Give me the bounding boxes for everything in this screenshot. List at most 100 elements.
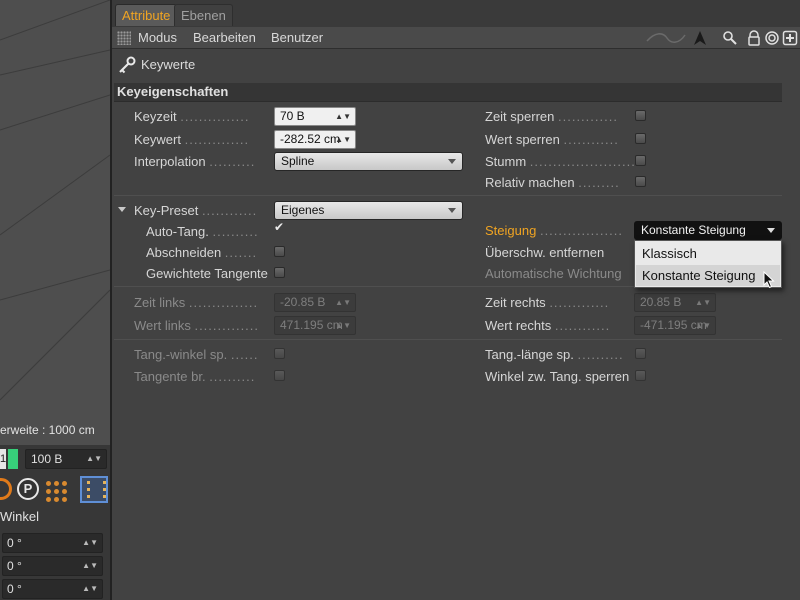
interpolation-label: Interpolation .......... — [134, 154, 256, 169]
spinner-icon[interactable]: ▲▼ — [695, 294, 711, 311]
timeline-toolbar: P — [0, 476, 110, 503]
end-frame-field[interactable]: 100 B ▲▼ — [25, 449, 107, 469]
end-frame-value: 100 B — [31, 452, 63, 466]
stumm-label: Stumm ....................... — [485, 154, 636, 169]
tangente-br-checkbox[interactable] — [274, 370, 285, 381]
wert-rechts-field[interactable]: -471.195 cm ▲▼ — [634, 316, 716, 335]
new-manager-icon[interactable] — [782, 30, 798, 46]
grip-icon[interactable] — [117, 31, 131, 45]
viewport[interactable]: erweite : 1000 cm — [0, 0, 110, 445]
spinner-icon[interactable]: ▲▼ — [335, 294, 351, 311]
zeit-sperren-label: Zeit sperren ............. — [485, 109, 618, 124]
keywert-label: Keywert .............. — [134, 132, 250, 147]
winkel-field-b[interactable]: 0 ° ▲▼ — [2, 579, 103, 599]
key-preset-label: Key-Preset ............ — [134, 203, 258, 218]
spinner-icon[interactable]: ▲▼ — [695, 317, 711, 334]
winkel-zw-label: Winkel zw. Tang. sperren — [485, 369, 630, 384]
film-icon[interactable] — [80, 476, 108, 503]
spinner-icon[interactable]: ▲▼ — [82, 534, 98, 552]
curve-icon[interactable] — [645, 30, 687, 46]
gewichtete-tangente-checkbox[interactable] — [274, 267, 285, 278]
stumm-checkbox[interactable] — [635, 155, 646, 166]
keywert-field[interactable]: -282.52 cm ▲▼ — [274, 130, 356, 149]
zeit-links-field[interactable]: -20.85 B ▲▼ — [274, 293, 356, 312]
spinner-icon[interactable]: ▲▼ — [86, 450, 102, 468]
tang-winkel-checkbox[interactable] — [274, 348, 285, 359]
relativ-checkbox[interactable] — [635, 176, 646, 187]
winkel-value: 0 ° — [7, 582, 22, 596]
divider — [114, 339, 782, 340]
auto-tang-label: Auto-Tang. .......... — [146, 224, 259, 239]
ueberschw-label: Überschw. entfernen — [485, 245, 605, 260]
steigung-dropdown-menu: Klassisch Konstante Steigung — [634, 240, 782, 288]
menu-option-klassisch[interactable]: Klassisch — [636, 243, 780, 264]
relativ-label: Relativ machen ......... — [485, 175, 620, 190]
wert-sperren-checkbox[interactable] — [635, 133, 646, 144]
menu-option-konstante-steigung[interactable]: Konstante Steigung — [636, 265, 780, 286]
keyzeit-label: Keyzeit ............... — [134, 109, 250, 124]
frame-indicator: 1 — [0, 449, 6, 469]
collapse-triangle-icon[interactable] — [118, 207, 126, 212]
chevron-down-icon — [767, 228, 775, 233]
tang-laenge-label: Tang.-länge sp. .......... — [485, 347, 624, 362]
zeit-links-label: Zeit links ............... — [134, 295, 259, 310]
tab-bar: Attribute Ebenen — [112, 0, 800, 27]
zeit-rechts-label: Zeit rechts ............. — [485, 295, 610, 310]
section-header[interactable]: Keyeigenschaften — [114, 83, 782, 102]
wert-rechts-label: Wert rechts ............ — [485, 318, 611, 333]
wert-links-label: Wert links .............. — [134, 318, 260, 333]
divider — [114, 195, 782, 196]
spinner-icon[interactable]: ▲▼ — [335, 108, 351, 125]
chevron-down-icon — [448, 208, 456, 213]
current-frame-marker[interactable] — [8, 449, 18, 469]
winkel-field-h[interactable]: 0 ° ▲▼ — [2, 533, 103, 553]
zeit-sperren-checkbox[interactable] — [635, 110, 646, 121]
point-level-icon[interactable] — [44, 479, 67, 502]
steigung-dropdown[interactable]: Konstante Steigung — [634, 221, 782, 240]
mouse-cursor-icon — [763, 271, 775, 289]
auto-wichtung-label: Automatische Wichtung — [485, 266, 622, 281]
tangente-br-label: Tangente br. .......... — [134, 369, 256, 384]
wert-links-field[interactable]: 471.195 cm ▲▼ — [274, 316, 356, 335]
object-title: Keywerte — [141, 57, 196, 72]
key-icon — [118, 56, 136, 74]
tang-winkel-label: Tang.-winkel sp. ...... — [134, 347, 259, 362]
object-title-row: Keywerte — [112, 50, 800, 80]
winkel-label: Winkel — [0, 509, 40, 524]
abschneiden-checkbox[interactable] — [274, 246, 285, 257]
spinner-icon[interactable]: ▲▼ — [82, 580, 98, 598]
menu-modus[interactable]: Modus — [138, 30, 177, 45]
keyzeit-field[interactable]: 70 B ▲▼ — [274, 107, 356, 126]
auto-tang-checkbox[interactable] — [274, 220, 285, 235]
tang-laenge-checkbox[interactable] — [635, 348, 646, 359]
viewport-grid — [0, 0, 110, 401]
tab-attribute[interactable]: Attribute — [115, 4, 178, 26]
spinner-icon[interactable]: ▲▼ — [335, 317, 351, 334]
spinner-icon[interactable]: ▲▼ — [335, 131, 351, 148]
grid-size-label: erweite : 1000 cm — [0, 423, 95, 437]
steigung-label: Steigung .................. — [485, 223, 623, 238]
target-icon[interactable] — [764, 30, 780, 46]
chevron-down-icon — [448, 159, 456, 164]
wert-sperren-label: Wert sperren ............ — [485, 132, 619, 147]
arrow-icon[interactable] — [692, 30, 708, 46]
key-preset-dropdown[interactable]: Eigenes — [274, 201, 463, 220]
autokey-icon[interactable] — [0, 478, 12, 500]
lock-icon[interactable] — [746, 30, 762, 46]
tab-ebenen[interactable]: Ebenen — [174, 4, 233, 26]
zeit-rechts-field[interactable]: 20.85 B ▲▼ — [634, 293, 716, 312]
menu-bearbeiten[interactable]: Bearbeiten — [193, 30, 256, 45]
abschneiden-label: Abschneiden ....... — [146, 245, 258, 260]
winkel-field-p[interactable]: 0 ° ▲▼ — [2, 556, 103, 576]
position-keyframe-icon[interactable]: P — [17, 478, 39, 500]
spinner-icon[interactable]: ▲▼ — [82, 557, 98, 575]
menu-benutzer[interactable]: Benutzer — [271, 30, 323, 45]
winkel-value: 0 ° — [7, 559, 22, 573]
search-icon[interactable] — [722, 30, 738, 46]
section-title: Keyeigenschaften — [117, 84, 229, 99]
gewichtete-tangente-label: Gewichtete Tangente — [146, 266, 268, 281]
winkel-value: 0 ° — [7, 536, 22, 550]
interpolation-dropdown[interactable]: Spline — [274, 152, 463, 171]
winkel-zw-checkbox[interactable] — [635, 370, 646, 381]
attribute-manager: Attribute Ebenen Modus Bearbeiten Benutz… — [112, 0, 800, 600]
